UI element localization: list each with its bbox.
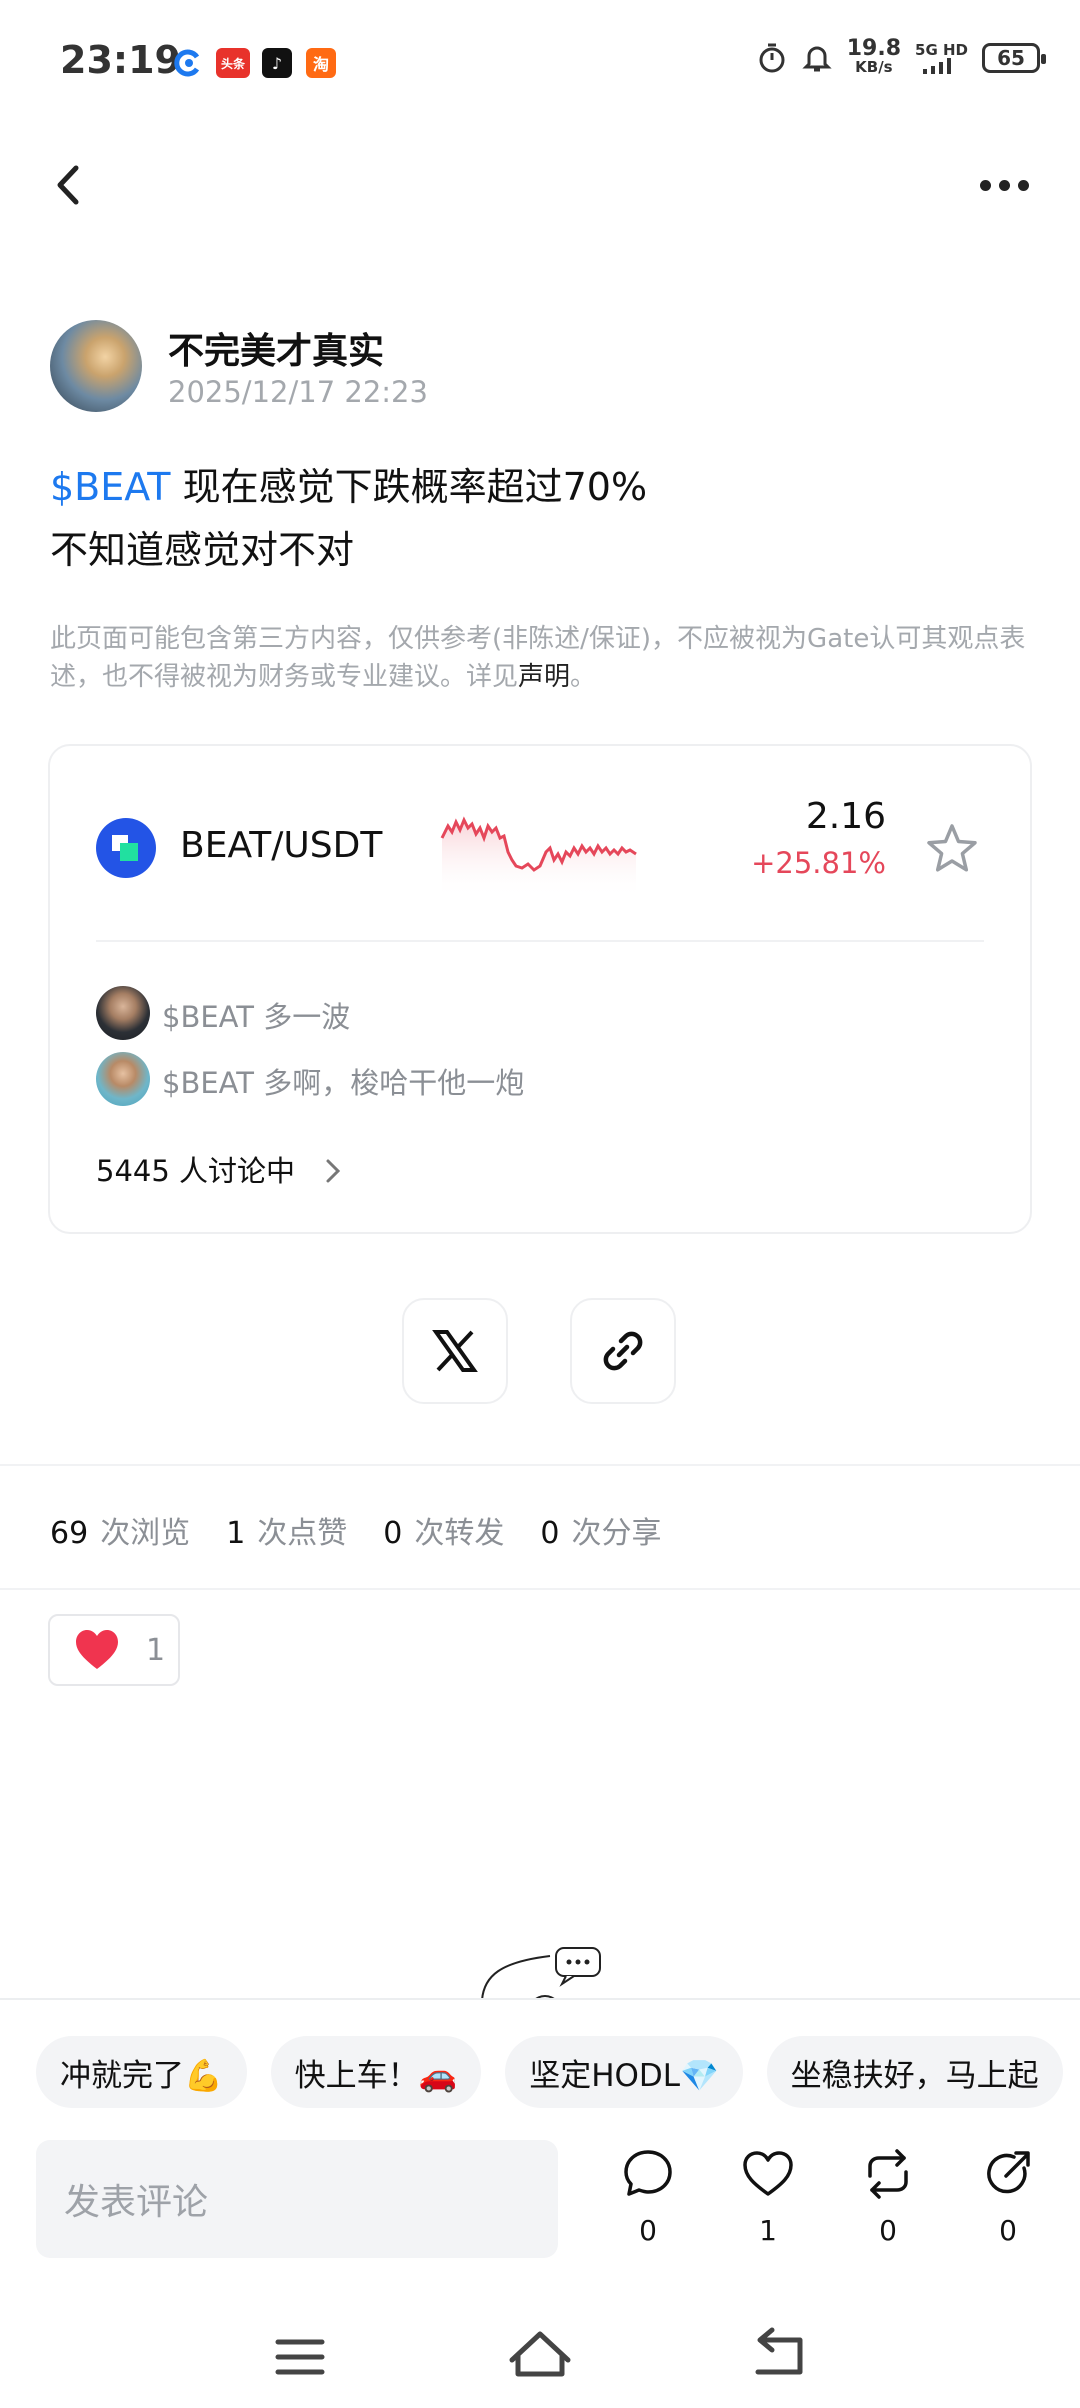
- post-line-2: 不知道感觉对不对: [50, 528, 355, 572]
- share-x-button[interactable]: [402, 1298, 508, 1404]
- tiktok-app-icon: ♪: [262, 48, 292, 78]
- heart-reaction[interactable]: 1: [48, 1614, 180, 1686]
- card-comment: $BEAT 多啊，梭哈干他一炮: [162, 1066, 525, 1100]
- price-sparkline: [440, 816, 637, 898]
- net-speed-unit: KB/s: [855, 58, 893, 76]
- section-divider: [0, 1464, 1080, 1466]
- views-count: 69: [50, 1516, 89, 1551]
- coin-tag-link[interactable]: $BEAT: [50, 465, 171, 509]
- status-time: 23:19: [60, 38, 181, 82]
- toutiao-app-icon: 头条: [216, 48, 250, 78]
- quick-reply-chips: 冲就完了💪 快上车！🚗 坚定HODL💎 坐稳扶好，马上起: [36, 2036, 1063, 2108]
- likes-count: 1: [226, 1516, 246, 1551]
- chevron-right-icon: [326, 1159, 341, 1183]
- battery-indicator: 65: [982, 43, 1046, 73]
- timer-icon: [759, 43, 785, 73]
- status-indicators: 19.8 KB/s 5G HD 65: [757, 36, 1046, 76]
- signal-type: 5G HD: [915, 41, 968, 59]
- share-icon: [987, 2151, 1030, 2194]
- share-count: 0: [999, 2214, 1017, 2247]
- comment-action[interactable]: 0: [608, 2146, 688, 2247]
- quick-reply-chip[interactable]: 坐稳扶好，马上起: [766, 2036, 1063, 2108]
- reposts-count: 0: [383, 1516, 403, 1551]
- post-content: $BEAT 现在感觉下跌概率超过70% 不知道感觉对不对: [50, 456, 647, 582]
- shares-count: 0: [540, 1516, 560, 1551]
- heart-icon: [76, 1630, 118, 1669]
- price-change: +25.81%: [751, 846, 886, 880]
- like-action[interactable]: 1: [728, 2146, 808, 2247]
- like-count: 1: [759, 2214, 777, 2247]
- likes-label: 次点赞: [257, 1516, 348, 1551]
- dot-icon: [1018, 179, 1029, 191]
- disclaimer: 此页面可能包含第三方内容，仅供参考(非陈述/保证)，不应被视为Gate认可其观点…: [50, 620, 1030, 696]
- repost-count: 0: [879, 2214, 897, 2247]
- star-icon[interactable]: [922, 820, 982, 880]
- reposts-label: 次转发: [414, 1516, 505, 1551]
- share-action[interactable]: 0: [968, 2146, 1048, 2247]
- disclaimer-end: 。: [570, 662, 597, 692]
- comment-count: 0: [639, 2214, 657, 2247]
- bell-icon: [802, 46, 832, 72]
- home-nav-icon[interactable]: [509, 2331, 571, 2377]
- back-button[interactable]: [50, 160, 90, 210]
- back-nav-icon[interactable]: [755, 2327, 803, 2375]
- more-options-button[interactable]: [980, 170, 1040, 200]
- chevron-left-icon: [57, 165, 79, 205]
- repost-action[interactable]: 0: [848, 2146, 928, 2247]
- commenter-avatar: [96, 1052, 150, 1106]
- section-divider: [0, 1588, 1080, 1590]
- beat-coin-icon: [96, 818, 156, 878]
- signal-bars-icon: [923, 58, 952, 74]
- repost-icon: [868, 2149, 908, 2199]
- discussion-count: 5445 人讨论中: [96, 1154, 296, 1188]
- author-name[interactable]: 不完美才真实: [168, 322, 384, 374]
- system-navigation-bar: [275, 2327, 803, 2377]
- x-logo-icon: [432, 1330, 478, 1372]
- net-speed: 19.8: [846, 36, 902, 61]
- coin-price: 2.16: [805, 796, 886, 837]
- post-time: 2025/12/17 22:23: [168, 375, 428, 409]
- comment-icon: [624, 2150, 672, 2196]
- author-avatar[interactable]: [50, 320, 142, 412]
- link-icon: [603, 1331, 643, 1371]
- quick-reply-chip[interactable]: 坚定HODL💎: [505, 2036, 743, 2108]
- post-stats: 69 次浏览 1 次点赞 0 次转发 0 次分享: [50, 1508, 687, 1552]
- post-line-1: 现在感觉下跌概率超过70%: [170, 465, 648, 509]
- views-label: 次浏览: [100, 1516, 191, 1551]
- card-comment: $BEAT 多一波: [162, 1000, 351, 1034]
- menu-nav-icon[interactable]: [275, 2339, 325, 2375]
- card-divider: [96, 940, 984, 942]
- comment-input[interactable]: 发表评论: [36, 2140, 558, 2258]
- quick-reply-chip[interactable]: 快上车！🚗: [270, 2036, 482, 2108]
- dot-icon: [980, 179, 991, 191]
- shares-label: 次分享: [571, 1516, 662, 1551]
- reaction-count: 1: [146, 1632, 166, 1668]
- dot-icon: [999, 179, 1010, 191]
- discussion-link[interactable]: 5445 人讨论中: [96, 1148, 348, 1190]
- copy-link-button[interactable]: [570, 1298, 676, 1404]
- quick-reply-chip[interactable]: 冲就完了💪: [36, 2036, 247, 2108]
- app-g-icon: [172, 48, 202, 78]
- trading-pair[interactable]: BEAT/USDT: [180, 825, 382, 866]
- commenter-avatar: [96, 986, 150, 1040]
- statement-link[interactable]: 声明: [518, 662, 570, 692]
- like-heart-icon: [743, 2151, 793, 2196]
- taobao-app-icon: 淘: [306, 48, 336, 78]
